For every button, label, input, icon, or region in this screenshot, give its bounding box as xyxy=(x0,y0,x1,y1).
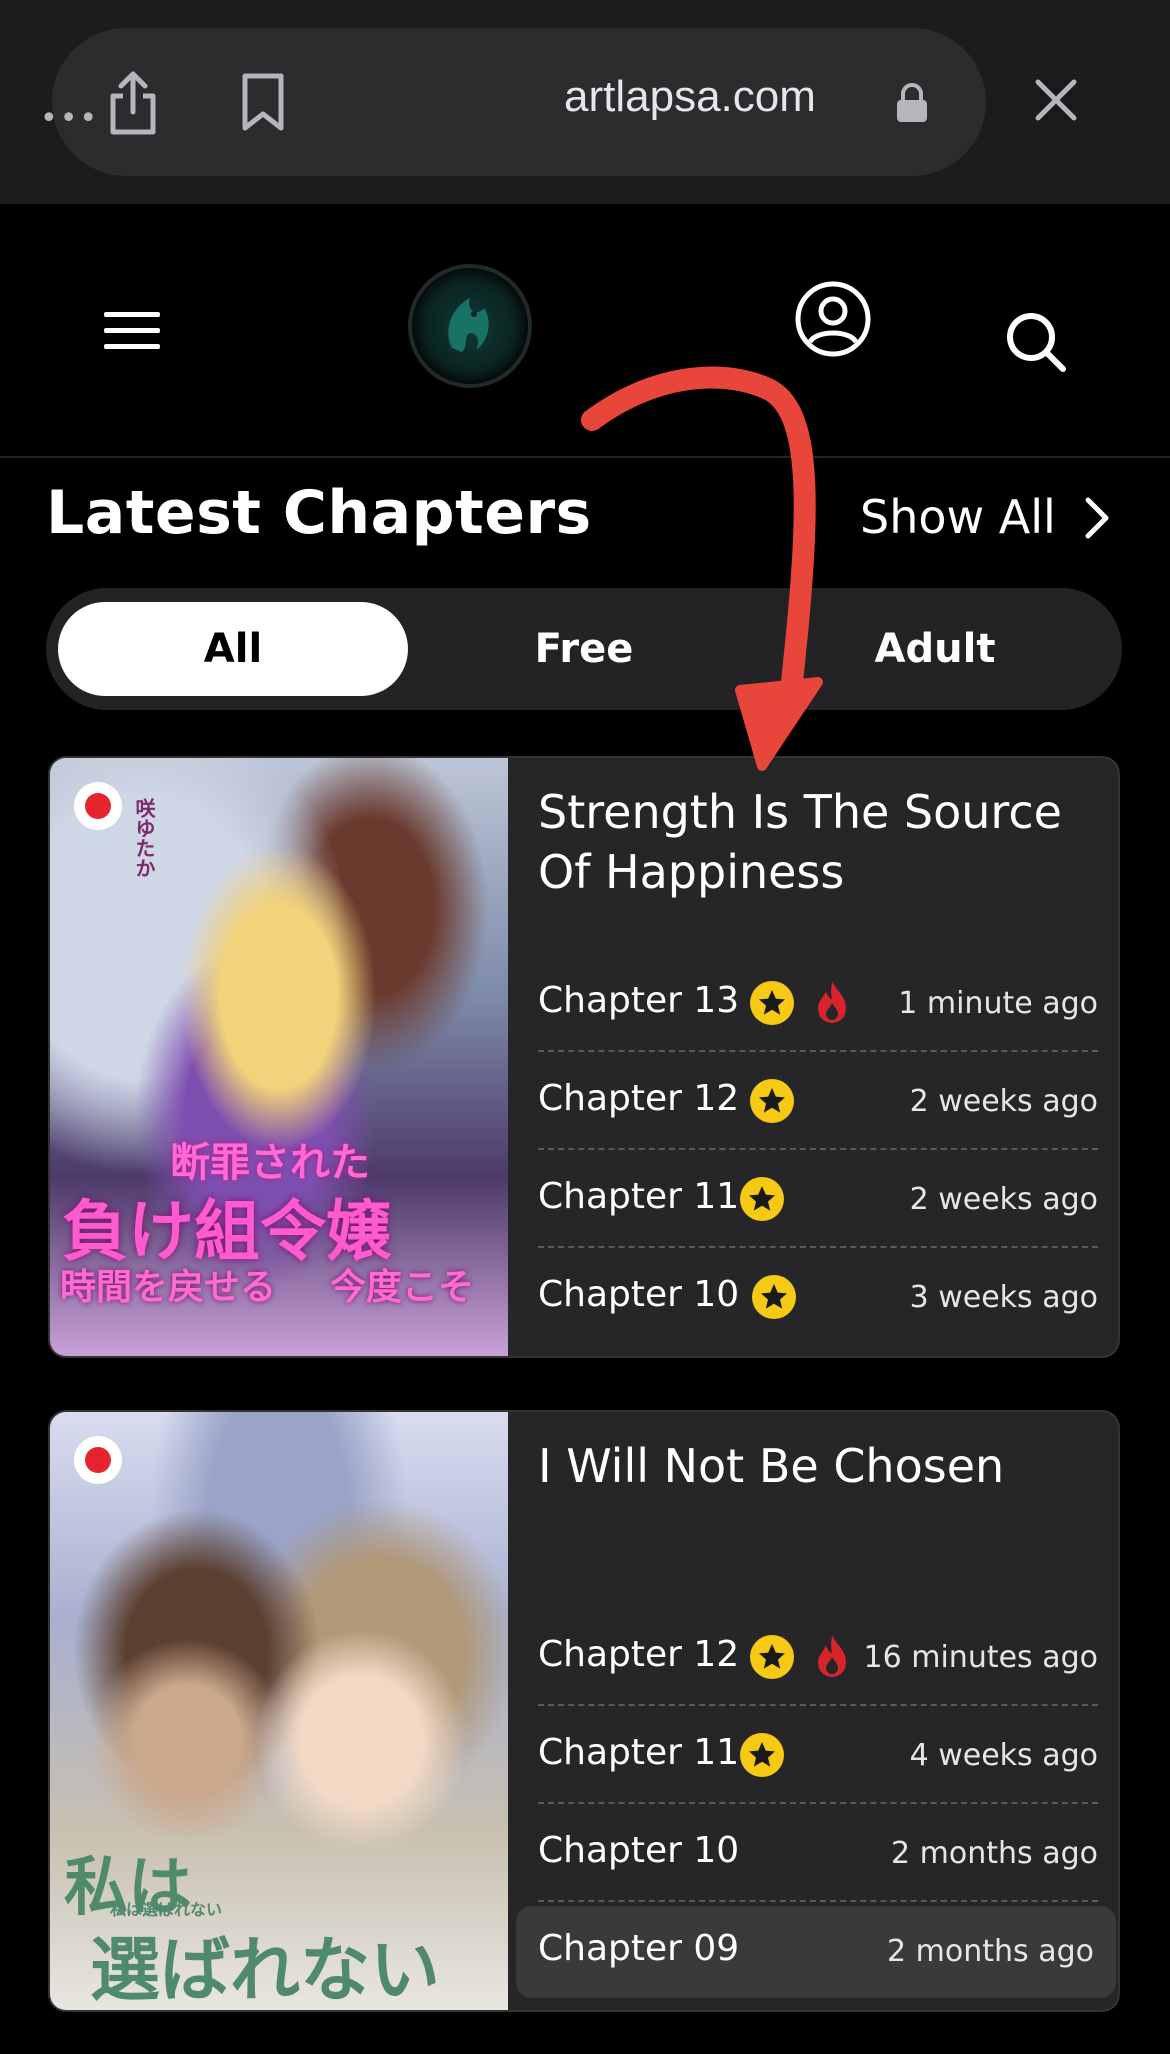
url-text[interactable]: artlapsa.com xyxy=(564,72,816,122)
chapter-label[interactable]: Chapter 10 xyxy=(538,1830,739,1871)
section-title: Latest Chapters xyxy=(46,478,592,548)
origin-flag-icon xyxy=(74,782,122,830)
chapter-time: 2 months ago xyxy=(887,1934,1094,1969)
site-header xyxy=(0,204,1170,458)
series-title[interactable]: Strength Is The Source Of Happiness xyxy=(538,782,1098,902)
series-card[interactable]: 私は 選ばれない 私は選ばれない I Will Not Be Chosen Ch… xyxy=(48,1410,1120,2012)
chapter-time: 16 minutes ago xyxy=(863,1640,1098,1675)
fire-icon xyxy=(818,981,846,1023)
chapter-label[interactable]: Chapter 11 xyxy=(538,1732,739,1773)
fire-icon xyxy=(818,1635,846,1677)
dragon-logo-icon xyxy=(448,298,489,352)
series-title[interactable]: I Will Not Be Chosen xyxy=(538,1436,1098,1496)
chapter-row[interactable]: Chapter 13 1 minute ago xyxy=(538,954,1098,1052)
premium-star-icon xyxy=(750,1079,794,1123)
chapter-row[interactable]: Chapter 10 2 months ago xyxy=(538,1804,1098,1902)
series-card[interactable]: 断罪された 負け組令嬢 時間を戻せる 今度こそ 咲ゆたか Strength Is… xyxy=(48,756,1120,1358)
address-bar[interactable] xyxy=(52,28,986,176)
series-cover-image[interactable]: 私は 選ばれない 私は選ばれない xyxy=(50,1412,508,2010)
chapter-time: 3 weeks ago xyxy=(909,1280,1098,1315)
tab-all[interactable]: All xyxy=(58,602,408,696)
premium-star-icon xyxy=(740,1733,784,1777)
cover-title-text: 選ばれない xyxy=(90,1928,440,2010)
site-logo[interactable] xyxy=(408,264,532,388)
chapter-time: 2 weeks ago xyxy=(909,1084,1098,1119)
tab-free[interactable]: Free xyxy=(409,602,759,696)
premium-star-icon xyxy=(740,1177,784,1221)
chapter-row[interactable]: Chapter 11 4 weeks ago xyxy=(538,1706,1098,1804)
series-cover-image[interactable]: 断罪された 負け組令嬢 時間を戻せる 今度こそ 咲ゆたか xyxy=(50,758,508,1356)
premium-star-icon xyxy=(750,981,794,1025)
chapter-row[interactable]: Chapter 09 2 months ago xyxy=(516,1906,1116,1998)
search-icon[interactable] xyxy=(1004,310,1068,374)
premium-star-icon xyxy=(750,1635,794,1679)
chapter-label[interactable]: Chapter 09 xyxy=(538,1928,739,1969)
chapter-row[interactable]: Chapter 11 2 weeks ago xyxy=(538,1150,1098,1248)
account-icon[interactable] xyxy=(794,280,872,358)
chapter-label[interactable]: Chapter 13 xyxy=(538,980,739,1021)
browser-toolbar: ••• artlapsa.com xyxy=(0,0,1170,204)
chapter-time: 2 months ago xyxy=(891,1836,1098,1871)
cover-title-text: 時間を戻せる xyxy=(60,1266,277,1308)
more-dots-icon[interactable]: ••• xyxy=(40,101,99,136)
chapter-label[interactable]: Chapter 10 xyxy=(538,1274,739,1315)
chapter-row[interactable]: Chapter 10 3 weeks ago xyxy=(538,1248,1098,1346)
hamburger-menu-icon[interactable] xyxy=(104,310,160,352)
cover-subtitle-text: 私は選ばれない xyxy=(110,1900,223,1919)
origin-flag-icon xyxy=(74,1436,122,1484)
chapter-row[interactable]: Chapter 12 16 minutes ago xyxy=(538,1608,1098,1706)
tab-adult[interactable]: Adult xyxy=(760,602,1110,696)
chapter-time: 2 weeks ago xyxy=(909,1182,1098,1217)
chapter-label[interactable]: Chapter 12 xyxy=(538,1078,739,1119)
chapter-time: 4 weeks ago xyxy=(909,1738,1098,1773)
chapter-label[interactable]: Chapter 11 xyxy=(538,1176,739,1217)
show-all-link[interactable]: Show All xyxy=(860,490,1056,544)
chapter-time: 1 minute ago xyxy=(898,986,1098,1021)
premium-star-icon xyxy=(752,1275,796,1319)
chapter-label[interactable]: Chapter 12 xyxy=(538,1634,739,1675)
cover-title-text: 今度こそ xyxy=(330,1266,475,1308)
chapter-row[interactable]: Chapter 12 2 weeks ago xyxy=(538,1052,1098,1150)
bookmark-icon[interactable] xyxy=(240,72,286,132)
cover-author-text: 咲ゆたか xyxy=(132,798,156,878)
lock-icon xyxy=(897,83,927,122)
filter-tabs: All Free Adult xyxy=(46,588,1122,710)
share-icon[interactable] xyxy=(105,70,161,136)
close-icon[interactable] xyxy=(1034,78,1078,122)
chevron-right-icon[interactable] xyxy=(1082,496,1112,540)
